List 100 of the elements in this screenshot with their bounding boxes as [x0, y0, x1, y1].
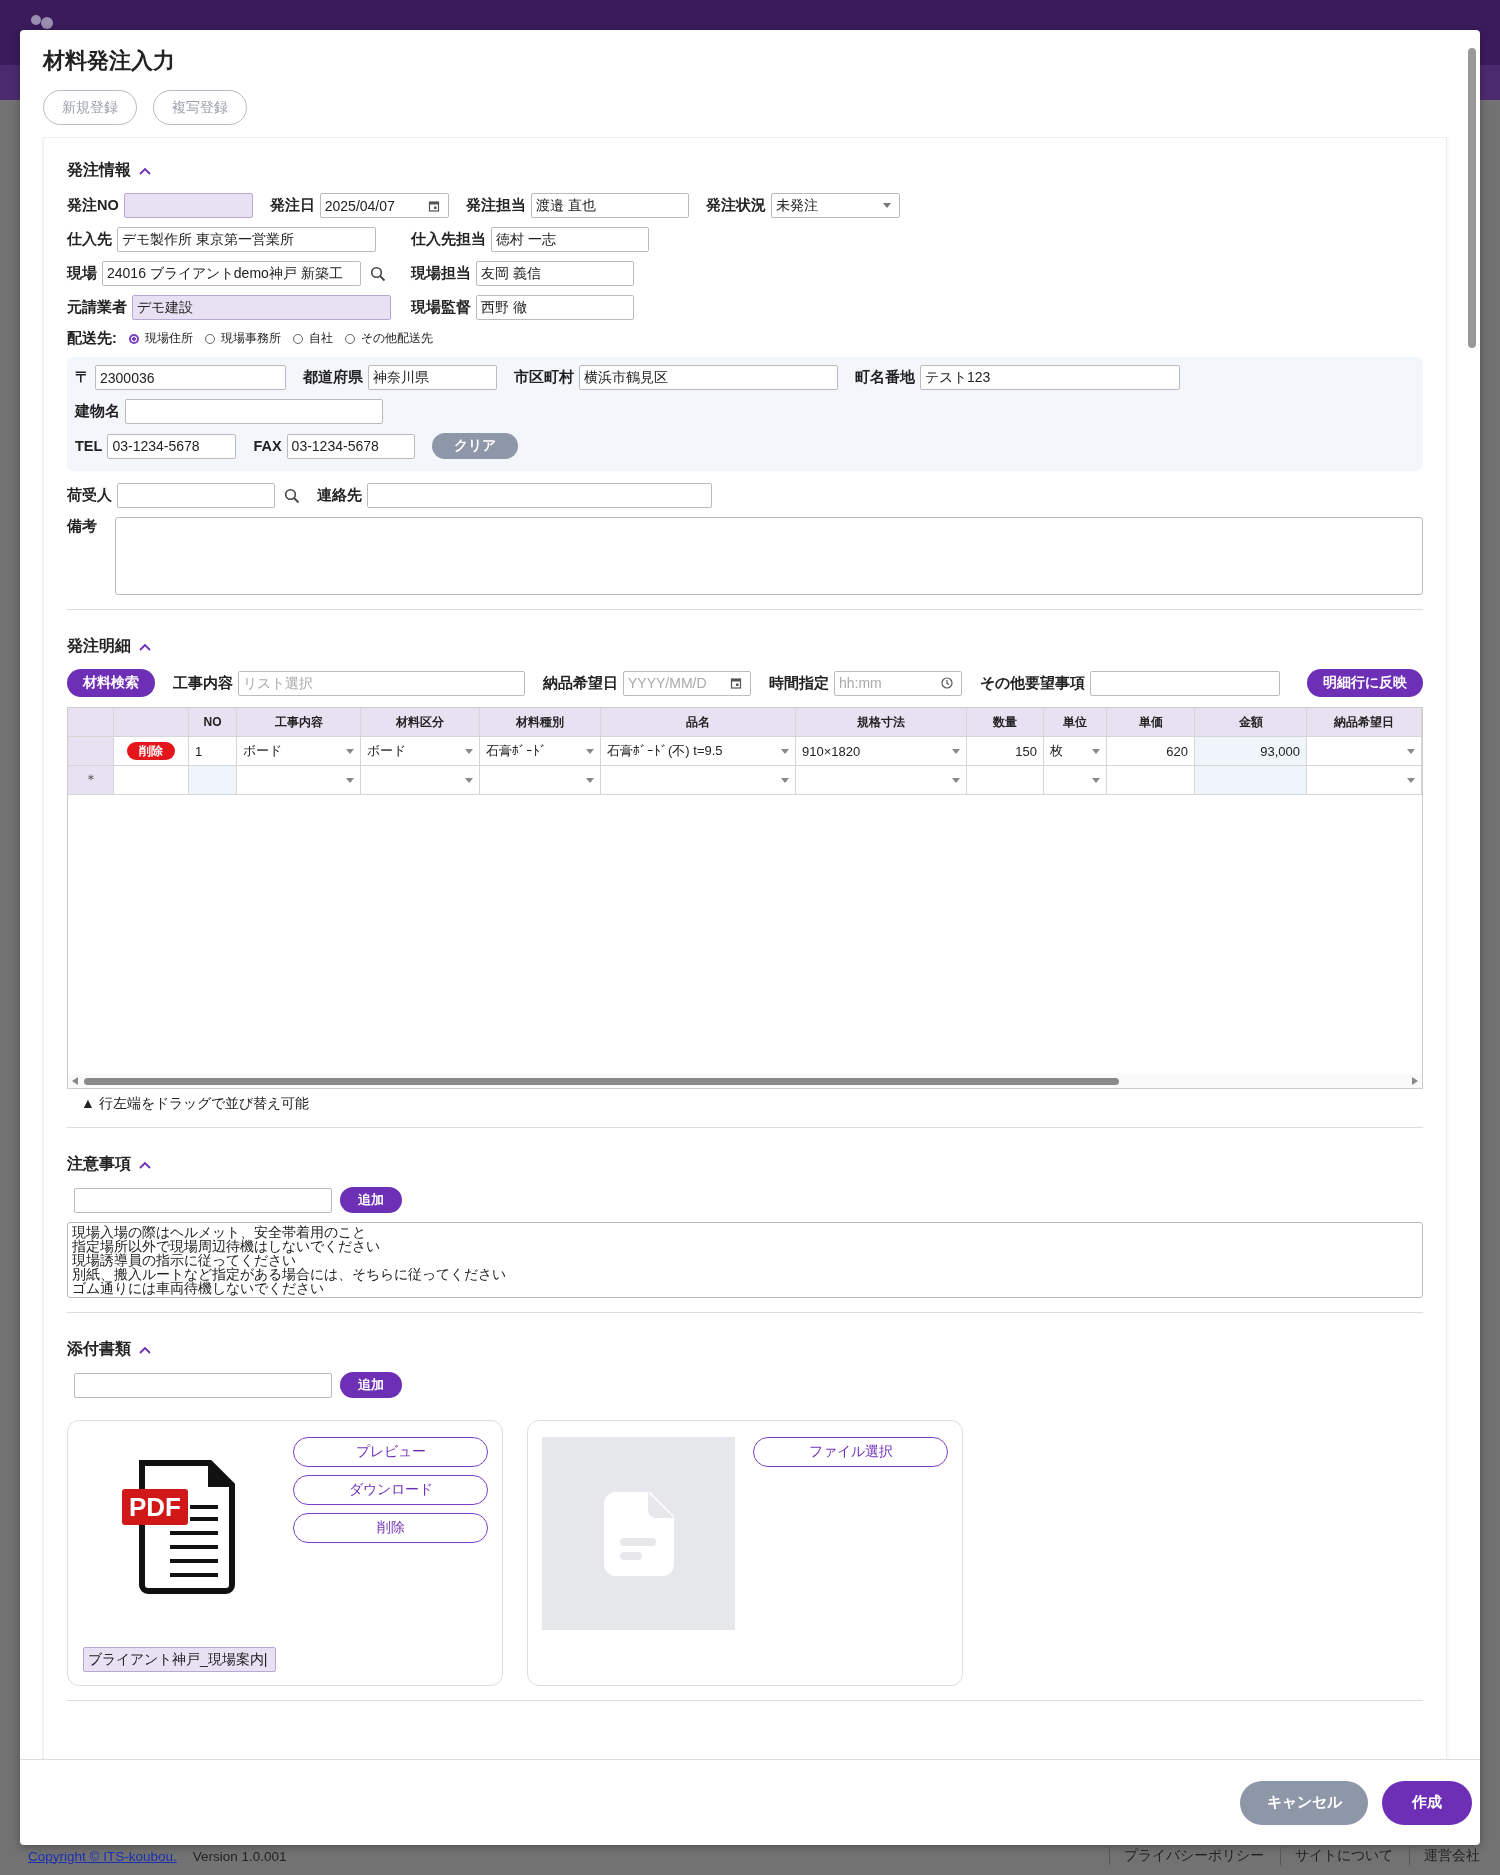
dropdown-cell[interactable]: 910×1820	[796, 737, 967, 766]
field-label: 都道府県	[303, 368, 363, 387]
field-label: 工事内容	[173, 673, 233, 693]
column-header: 単価	[1107, 708, 1195, 737]
document-icon	[603, 1491, 674, 1576]
chevron-icon	[139, 1345, 151, 1354]
field-label: 仕入先担当	[411, 230, 486, 249]
text-field[interactable]: 03-1234-5678	[107, 433, 237, 459]
dropdown-cell[interactable]	[237, 766, 361, 795]
section-header[interactable]: 発注明細	[67, 636, 151, 657]
add-button[interactable]: 追加	[340, 1372, 402, 1398]
text-field[interactable]: 徳村 一志	[491, 227, 649, 252]
radio-option[interactable]: 自社	[292, 330, 333, 347]
file-name-field[interactable]: ブライアント神戸_現場案内|	[83, 1647, 276, 1672]
radio-option[interactable]: 現場住所	[128, 330, 193, 347]
caret-icon	[1092, 748, 1100, 754]
chevron-icon	[139, 1160, 151, 1169]
text-field[interactable]: テスト123	[920, 365, 1180, 390]
column-header: 規格寸法	[796, 708, 967, 737]
dropdown-cell[interactable]	[361, 766, 480, 795]
text-field[interactable]: デモ建設	[132, 295, 391, 320]
scroll-left-icon[interactable]	[72, 1077, 78, 1085]
remarks-textarea[interactable]	[115, 517, 1423, 595]
text-field[interactable]: 神奈川県	[368, 365, 497, 390]
chevron-icon	[139, 166, 151, 175]
text-field[interactable]: 渡邉 直也	[530, 193, 689, 218]
field-label: 連絡先	[317, 486, 362, 505]
table-cell: 150	[967, 737, 1044, 766]
attachment-button[interactable]: プレビュー	[293, 1437, 488, 1467]
search-icon[interactable]	[370, 265, 386, 282]
field-label: TEL	[75, 438, 103, 454]
text-field[interactable]: 横浜市鶴見区	[579, 365, 838, 390]
column-header: 工事内容	[237, 708, 361, 737]
text-field[interactable]: 西野 徹	[476, 295, 634, 320]
notes-textarea[interactable]: 現場入場の際はヘルメット、安全帯着用のこと 指定場所以外で現場周辺待機はしないでください 現場誘導員の指示に従ってください 別紙、搬入ルートなど指定がある場合には、そちらに従ってください ゴム通りには車両待機しないでください	[67, 1222, 1423, 1298]
field-label: 発注担当	[465, 196, 526, 215]
dropdown-cell[interactable]	[1044, 766, 1107, 795]
dropdown-cell[interactable]	[1307, 766, 1422, 795]
field-label: 現場担当	[411, 264, 471, 283]
section-header[interactable]: 添付書類	[67, 1339, 151, 1360]
search-icon[interactable]	[284, 487, 300, 504]
text-field[interactable]: 24016 ブライアントdemo神戸 新築工	[102, 261, 361, 286]
table-cell: 93,000	[1195, 737, 1307, 766]
dropdown-cell[interactable]	[796, 766, 967, 795]
chevron-icon	[139, 642, 151, 651]
table-cell	[189, 766, 237, 795]
caret-icon	[1407, 748, 1415, 754]
caret-icon	[882, 203, 891, 208]
field-label: 発注状況	[705, 196, 766, 215]
material-search-button[interactable]: 材料検索	[67, 669, 155, 697]
delete-button[interactable]: 削除	[127, 742, 175, 760]
field-label: 発注日	[269, 196, 315, 215]
apply-button[interactable]: 明細行に反映	[1307, 669, 1423, 697]
radio-option[interactable]: その他配送先	[344, 330, 433, 347]
text-field[interactable]	[123, 193, 253, 218]
field-label: 〒	[75, 368, 90, 387]
attachment-button[interactable]: ダウンロード	[293, 1475, 488, 1505]
text-field[interactable]	[74, 1187, 332, 1213]
select-field[interactable]: 未発注	[770, 193, 900, 218]
row-handle[interactable]	[68, 737, 114, 766]
text-field[interactable]: リスト選択	[238, 670, 525, 696]
text-field[interactable]: デモ製作所 東京第一営業所	[117, 227, 376, 252]
caret-icon	[346, 748, 354, 754]
field-label: 荷受人	[67, 486, 112, 505]
text-field[interactable]	[367, 483, 712, 508]
dropdown-cell[interactable]: 石膏ﾎﾞｰﾄﾞ	[480, 737, 601, 766]
horizontal-scrollbar[interactable]	[68, 1074, 1422, 1088]
caret-icon	[952, 777, 960, 783]
attachment-button[interactable]: ファイル選択	[753, 1437, 948, 1467]
text-field[interactable]: 2300036	[95, 365, 286, 390]
dropdown-cell[interactable]: 枚	[1044, 737, 1107, 766]
attachment-button[interactable]: 削除	[293, 1513, 488, 1543]
add-button[interactable]: 追加	[340, 1187, 402, 1213]
text-field[interactable]	[117, 483, 275, 508]
scroll-right-icon[interactable]	[1412, 1077, 1418, 1085]
text-field[interactable]	[1090, 670, 1280, 696]
text-field[interactable]: 03-1234-5678	[286, 433, 415, 459]
version-text: Version 1.0.001	[192, 1848, 287, 1864]
row-handle[interactable]: ＊	[68, 766, 114, 795]
column-header: 数量	[967, 708, 1044, 737]
text-field[interactable]	[125, 399, 383, 424]
dropdown-cell[interactable]	[601, 766, 796, 795]
text-field[interactable]	[74, 1372, 332, 1398]
column-header: 材料種別	[480, 708, 601, 737]
section-header[interactable]: 注意事項	[67, 1154, 151, 1175]
caret-icon	[952, 748, 960, 754]
section-header[interactable]: 発注情報	[67, 160, 151, 181]
dropdown-cell[interactable]: ボード	[237, 737, 361, 766]
dialog-button[interactable]: 作成	[1382, 1780, 1472, 1825]
dropdown-cell[interactable]	[480, 766, 601, 795]
radio-option[interactable]: 現場事務所	[204, 330, 281, 347]
dropdown-cell[interactable]: ボード	[361, 737, 480, 766]
field-label: 建物名	[75, 402, 120, 421]
column-header: 納品希望日	[1307, 708, 1422, 737]
dropdown-cell[interactable]	[1307, 737, 1422, 766]
dropdown-cell[interactable]: 石膏ﾎﾞｰﾄﾞ(不) t=9.5	[601, 737, 796, 766]
field-label: 備考	[67, 517, 97, 536]
date-field[interactable]: 2025/04/07	[319, 193, 449, 218]
text-field[interactable]: 友岡 義信	[476, 261, 634, 286]
field-label: その他要望事項	[980, 673, 1085, 693]
